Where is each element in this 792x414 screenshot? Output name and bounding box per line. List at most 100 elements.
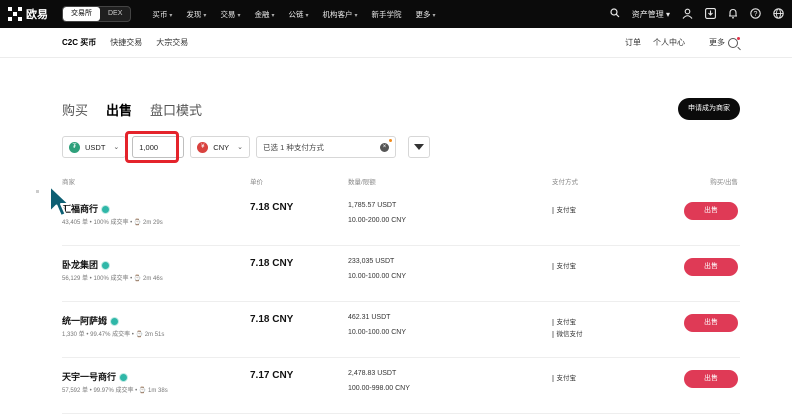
nav-institutional[interactable]: 机构客户 ▾: [315, 9, 364, 20]
coin-select[interactable]: ₮ USDT ⌄: [62, 136, 127, 158]
subnav-block-trade[interactable]: 大宗交易: [156, 37, 188, 48]
payment-method: 支付宝: [552, 260, 576, 270]
payment-method-label: 支付宝: [556, 375, 577, 382]
bell-icon[interactable]: [728, 8, 738, 21]
subnav-left: C2C 买币 快捷交易 大宗交易: [62, 37, 202, 48]
available-amount: 462.31 USDT: [348, 314, 391, 321]
chevron-down-icon: ▾: [271, 12, 275, 19]
logo[interactable]: 欧易: [8, 6, 48, 22]
merchant-stats: 57,592 单 • 99.97% 成交率 • ⌚ 1m 38s: [62, 388, 168, 394]
notification-dot: [737, 37, 740, 40]
chevron-down-icon: ⌄: [113, 144, 120, 151]
verified-icon: [119, 373, 129, 383]
nav-finance[interactable]: 金融 ▾: [247, 9, 281, 20]
merchant-name-text: 天宇一号商行: [62, 372, 117, 382]
nav-more[interactable]: 更多 ▾: [409, 9, 443, 20]
cny-icon: ¥: [197, 141, 209, 153]
merchant-name[interactable]: 统一阿萨姆: [62, 314, 120, 327]
unit-price: 7.18 CNY: [250, 202, 294, 213]
filter-button[interactable]: [408, 136, 431, 158]
download-icon[interactable]: [705, 7, 716, 21]
nav-label: 金融: [254, 9, 270, 19]
filter-bar: ₮ USDT ⌄ 1,000 ¥ CNY ⌄ 已选 1 种支付方式 ×: [62, 136, 431, 158]
order-limit: 10.00-100.00 CNY: [348, 273, 406, 280]
header-price: 单价: [250, 179, 263, 186]
tab-buy[interactable]: 购买: [62, 100, 88, 119]
table-row: 卧龙集团 56,129 单 • 100% 成交率 • ⌚ 2m 46s 7.18…: [62, 246, 740, 302]
verified-icon: [101, 205, 111, 215]
merchant-name-text: 卧龙集团: [62, 260, 99, 270]
asset-management-menu[interactable]: 资产管理 ▾: [632, 9, 670, 20]
payment-bar-icon: [552, 318, 554, 326]
nav-label: 更多: [415, 9, 431, 19]
apply-merchant-button[interactable]: 申请成为商家: [678, 98, 740, 120]
order-limit: 100.00-998.00 CNY: [348, 385, 410, 392]
merchant-name[interactable]: 天宇一号商行: [62, 370, 129, 383]
nav-label: 新手学院: [371, 9, 402, 19]
coin-select-value: USDT: [85, 142, 106, 152]
nav-chain[interactable]: 公链 ▾: [281, 9, 315, 20]
payment-method: 微信支付: [552, 328, 583, 338]
subnav-profile[interactable]: 个人中心: [653, 37, 685, 48]
nav-buy-crypto[interactable]: 买币 ▾: [145, 9, 179, 20]
subnav-right: 订单 个人中心 更多: [613, 37, 740, 48]
payment-method: 支付宝: [552, 316, 576, 326]
unit-price: 7.18 CNY: [250, 314, 294, 325]
asset-management-label: 资产管理: [631, 9, 664, 19]
nav-label: 交易: [220, 9, 236, 19]
mode-dex[interactable]: DEX: [100, 7, 130, 21]
nav-discover[interactable]: 发现 ▾: [179, 9, 213, 20]
payment-bar-icon: [552, 330, 554, 338]
main-nav: 买币 ▾ 发现 ▾ 交易 ▾ 金融 ▾ 公链 ▾ 机构客户 ▾ 新手学院 更多 ▾: [145, 9, 442, 20]
top-right-tools: 资产管理 ▾ ?: [598, 0, 784, 28]
user-icon[interactable]: [682, 8, 693, 21]
globe-icon[interactable]: [773, 7, 784, 21]
sell-button[interactable]: 出售: [684, 202, 738, 220]
payment-method-value: 已选 1 种支付方式: [263, 142, 324, 152]
okx-logo-icon: [8, 7, 22, 21]
nav-label: 买币: [152, 9, 168, 19]
merchant-name[interactable]: 卧龙集团: [62, 258, 111, 271]
payment-method-label: 支付宝: [556, 263, 577, 270]
sell-button[interactable]: 出售: [684, 258, 738, 276]
nav-academy[interactable]: 新手学院: [365, 9, 409, 20]
sell-button[interactable]: 出售: [684, 370, 738, 388]
payment-method-select[interactable]: 已选 1 种支付方式 ×: [256, 136, 397, 158]
search-icon[interactable]: [610, 8, 620, 20]
order-limit: 10.00-100.00 CNY: [348, 329, 406, 336]
subnav-orders[interactable]: 订单: [625, 37, 641, 48]
payment-method: 支付宝: [552, 204, 576, 214]
mode-switch: 交易所 DEX: [62, 6, 132, 22]
mode-exchange[interactable]: 交易所: [63, 7, 100, 21]
sell-button[interactable]: 出售: [684, 314, 738, 332]
c2c-sub-navigation: C2C 买币 快捷交易 大宗交易 订单 个人中心 更多: [0, 28, 792, 58]
nav-label: 发现: [186, 9, 202, 19]
merchant-stats: 43,405 单 • 100% 成交率 • ⌚ 2m 29s: [62, 220, 163, 226]
unit-price: 7.18 CNY: [250, 258, 294, 269]
top-navigation-bar: 欧易 交易所 DEX 买币 ▾ 发现 ▾ 交易 ▾ 金融 ▾ 公链 ▾ 机构客户 ▾ 新手学…: [0, 0, 792, 28]
nav-label: 公链: [288, 9, 304, 19]
table-row: 汇福商行 43,405 单 • 100% 成交率 • ⌚ 2m 29s 7.18…: [62, 190, 740, 246]
subnav-c2c-buy[interactable]: C2C 买币: [62, 37, 96, 48]
fiat-select-value: CNY: [213, 142, 230, 152]
payment-bar-icon: [552, 206, 554, 214]
tab-sell[interactable]: 出售: [106, 100, 132, 119]
amount-highlight-box: [125, 131, 179, 163]
nav-trade[interactable]: 交易 ▾: [213, 9, 247, 20]
table-header: 商家 单价 数量/限额 支付方式 购买/出售: [62, 176, 740, 188]
brand-name: 欧易: [26, 9, 48, 21]
trade-side-tabs: 购买 出售 盘口模式: [62, 100, 220, 119]
chevron-down-icon: ▾: [169, 12, 173, 19]
fiat-select[interactable]: ¥ CNY ⌄: [190, 136, 251, 158]
search-icon[interactable]: [728, 38, 738, 48]
subnav-express[interactable]: 快捷交易: [110, 37, 142, 48]
clear-icon[interactable]: ×: [380, 142, 390, 152]
indicator-dot: [389, 139, 393, 142]
usdt-icon: ₮: [69, 141, 80, 153]
mouse-cursor-icon: [49, 185, 70, 217]
chevron-down-icon: ⌄: [237, 144, 244, 151]
help-icon[interactable]: ?: [750, 7, 761, 21]
chevron-down-icon: ▾: [432, 12, 436, 19]
tab-orderbook-mode[interactable]: 盘口模式: [150, 100, 202, 119]
payment-method-label: 支付宝: [556, 319, 577, 326]
